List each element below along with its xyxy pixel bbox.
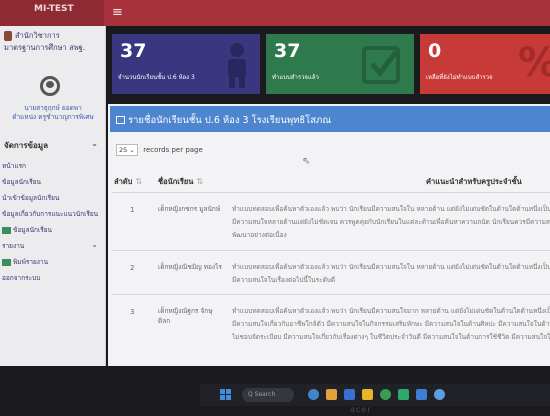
section-title: จัดการข้อมูล <box>4 141 48 150</box>
stat-card-completed: 37 ทำแบบสำรวจแล้ว <box>266 34 414 94</box>
row-advice-line: มีความสนใจเกี่ยวกับอาชีพใกล้ตัว มีความสน… <box>232 320 550 328</box>
table-icon <box>2 226 11 234</box>
edge-browser-icon[interactable] <box>308 389 319 400</box>
sidebar-org: สำนักวิชาการ มาตรฐานการศึกษา สพฐ. <box>4 30 104 54</box>
user-avatar-icon <box>40 76 60 96</box>
row-index: 1 <box>130 206 135 214</box>
sidebar-item-label: พิมพ์รายงาน <box>13 258 49 266</box>
stat-label: ทำแบบสำรวจแล้ว <box>272 74 319 81</box>
sidebar-item-label: ออกจากระบบ <box>2 274 41 282</box>
org-name: สำนักวิชาการ <box>15 31 60 40</box>
row-advice-line: ไม่ชอบจัดระเบียบ มีความสนใจเกี่ยวกับเรื่… <box>232 333 550 341</box>
stat-value: 37 <box>274 40 301 62</box>
divider <box>112 250 550 251</box>
file-explorer-icon[interactable] <box>326 389 337 400</box>
panel-header: รายชื่อนักเรียนชั้น ป.6 ห้อง 3 โรงเรียนพ… <box>110 106 550 132</box>
divider <box>112 192 550 193</box>
divider <box>112 294 550 295</box>
org-subtitle: มาตรฐานการศึกษา สพฐ. <box>4 43 86 52</box>
sidebar-item-print[interactable]: พิมพ์รายงาน <box>0 254 104 270</box>
os-taskbar: Q Search <box>200 384 550 406</box>
chevron-down-icon: ⌄ <box>91 240 98 249</box>
row-advice-line: ทำแบบทดสอบเพื่อค้นหาตัวเองแล้ว พบว่า นัก… <box>232 307 550 315</box>
store-icon[interactable] <box>344 389 355 400</box>
student-list-panel: รายชื่อนักเรียนชั้น ป.6 ห้อง 3 โรงเรียนพ… <box>108 104 550 366</box>
row-index: 2 <box>130 264 135 272</box>
chevron-down-icon: ⌄ <box>91 139 98 148</box>
check-icon <box>362 46 400 84</box>
sidebar-item-guidance[interactable]: ข้อมูลเกี่ยวกับการแนะแนวนักเรียน <box>0 206 104 222</box>
row-student-name: เด็กหญิงณัฐกร จักษุดิลก <box>158 307 213 325</box>
table-icon <box>116 116 125 124</box>
hamburger-icon[interactable]: ≡ <box>112 5 123 20</box>
sidebar: สำนักวิชาการ มาตรฐานการศึกษา สพฐ. นายสาธ… <box>0 26 106 366</box>
stat-label: จำนวนนักเรียนชั้น ป.6 ห้อง 3 <box>118 74 195 81</box>
column-label: คำแนะนำสำหรับครูประจำชั้น <box>426 177 522 186</box>
sidebar-item-label: นำเข้าข้อมูลนักเรียน <box>2 194 60 202</box>
person-icon <box>228 43 246 88</box>
sidebar-item-label: ข้อมูลเกี่ยวกับการแนะแนวนักเรียน <box>2 210 99 218</box>
row-advice-line: พัฒนาอย่างต่อเนื่อง <box>232 231 287 239</box>
line-app-icon[interactable] <box>398 389 409 400</box>
row-advice-line: ทำแบบทดสอบเพื่อค้นหาตัวเองแล้ว พบว่า นัก… <box>232 205 550 213</box>
sidebar-user: นายสาธุฤกษ์ ยอดพา ตำแหน่ง ครูชำนาญการพิเ… <box>6 104 100 122</box>
stat-card-remaining: 0 เหลือที่ยังไม่ทำแบบสำรวจ % <box>420 34 550 94</box>
sidebar-item-import[interactable]: นำเข้าข้อมูลนักเรียน <box>0 190 104 206</box>
app-brand[interactable]: MI-TEST <box>0 0 104 26</box>
column-header-index[interactable]: ลำดับ ⇅ <box>114 176 142 188</box>
sidebar-item-students[interactable]: ข้อมูลนักเรียน <box>0 174 104 190</box>
page-length-label: records per page <box>143 146 203 154</box>
mail-icon[interactable] <box>416 389 427 400</box>
user-name: นายสาธุฤกษ์ ยอดพา <box>24 104 82 112</box>
sidebar-section-manage[interactable]: จัดการข้อมูล ⌄ <box>4 139 104 152</box>
chrome-icon[interactable] <box>380 389 391 400</box>
top-navbar: MI-TEST ≡ <box>0 0 550 26</box>
sort-icon: ⇅ <box>135 177 143 186</box>
column-header-advice[interactable]: คำแนะนำสำหรับครูประจำชั้น <box>426 176 522 188</box>
laptop-brand-logo: acer <box>350 405 372 414</box>
row-index: 3 <box>130 308 135 316</box>
print-icon <box>2 258 11 266</box>
panel-title: รายชื่อนักเรียนชั้น ป.6 ห้อง 3 โรงเรียนพ… <box>128 115 332 126</box>
sidebar-item-logout[interactable]: ออกจากระบบ <box>0 270 104 286</box>
page-length-select[interactable]: 25 ⌄ <box>116 144 138 156</box>
taskbar-search[interactable]: Q Search <box>242 388 294 402</box>
stat-card-students: 37 จำนวนนักเรียนชั้น ป.6 ห้อง 3 <box>112 34 260 94</box>
sidebar-item-reports[interactable]: รายงาน ⌄ <box>0 238 104 254</box>
page-length-control: 25 ⌄ records per page <box>116 144 203 156</box>
user-position: ตำแหน่ง ครูชำนาญการพิเศษ <box>12 113 94 121</box>
mouse-cursor-icon: ⇖ <box>302 156 311 167</box>
stat-label: เหลือที่ยังไม่ทำแบบสำรวจ <box>426 74 493 81</box>
sidebar-item-label: หน้าแรก <box>2 162 26 170</box>
row-advice-line: ทำแบบทดสอบเพื่อค้นหาตัวเองแล้ว พบว่า นัก… <box>232 263 550 271</box>
percent-icon: % <box>518 40 550 86</box>
row-student-name: เด็กหญิงณิชมิญ ทองไร <box>158 263 222 271</box>
sidebar-item-label: ข้อมูลนักเรียน <box>13 226 52 234</box>
sidebar-item-home[interactable]: หน้าแรก <box>0 158 104 174</box>
page-length-value: 25 <box>119 146 128 154</box>
column-label: ชื่อนักเรียน <box>158 177 194 186</box>
row-advice-line: มีความสนใจหลายด้านแต่ยังไม่ชัดเจน ควรพูด… <box>232 218 550 226</box>
column-header-name[interactable]: ชื่อนักเรียน ⇅ <box>158 176 203 188</box>
stat-value: 37 <box>120 40 147 62</box>
screen: MI-TEST ≡ สำนักวิชาการ มาตรฐานการศึกษา ส… <box>0 0 550 416</box>
folder-icon[interactable] <box>362 389 373 400</box>
sidebar-item-label: รายงาน <box>2 242 25 250</box>
column-label: ลำดับ <box>114 177 133 186</box>
row-advice-line: มีความสนใจในเรื่องต่อไปนี้ในระดับดี <box>232 276 336 284</box>
browser-icon[interactable] <box>434 389 445 400</box>
windows-start-icon[interactable] <box>220 389 232 401</box>
row-student-name: เด็กหญิงกชกร มูลนักษ์ <box>158 205 221 213</box>
sidebar-item-label: ข้อมูลนักเรียน <box>2 178 41 186</box>
stat-value: 0 <box>428 40 442 62</box>
sidebar-item-student-data[interactable]: ข้อมูลนักเรียน <box>0 222 104 238</box>
sort-icon: ⇅ <box>196 177 204 186</box>
org-logo-icon <box>4 31 12 41</box>
